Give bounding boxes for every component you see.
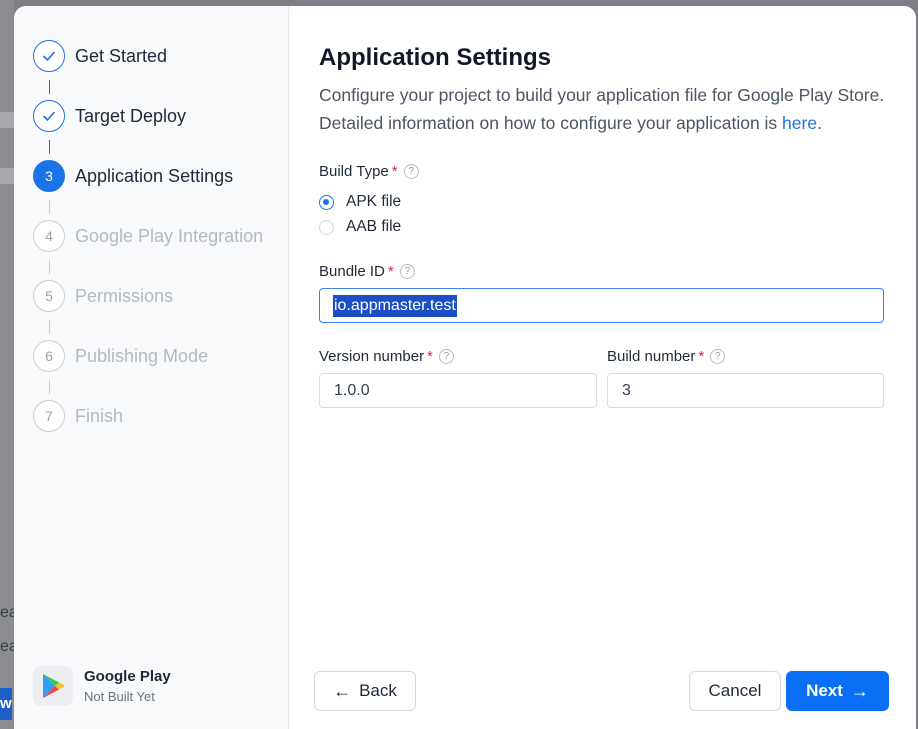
help-icon[interactable]: ? [438,349,454,364]
step-get-started[interactable]: Get Started [33,40,167,72]
field-label-text: Build number [607,348,696,365]
step-label: Finish [75,405,124,426]
radio-label: APK file [346,193,402,210]
cancel-button-label: Cancel [708,681,762,700]
bundle-id-input[interactable]: io.appmaster.test [319,288,884,323]
backdrop-band [0,112,14,128]
build-number-label: Build number * ? [607,348,726,365]
step-connector [49,140,50,154]
build-type-label: Build Type * ? [319,163,419,180]
step-number: 7 [33,400,65,432]
platform-card: Google Play Not Built Yet [33,666,171,706]
step-google-play-integration[interactable]: 4 Google Play Integration [33,220,263,252]
step-label: Permissions [75,285,174,306]
field-label-text: Build Type [319,163,389,180]
back-button-label: Back [359,681,397,700]
step-label: Target Deploy [75,105,187,126]
build-wizard-modal: Get Started Target Deploy 3 Application … [14,6,916,729]
next-button-label: Next [806,681,843,700]
step-label: Google Play Integration [75,225,264,246]
radio-label: AAB file [346,218,402,235]
page-title: Application Settings [319,44,552,71]
backdrop-button[interactable]: w [0,688,12,720]
step-number: 4 [33,220,65,252]
required-mark: * [698,348,705,365]
selected-text: io.appmaster.test [333,294,457,317]
field-label-text: Version number [319,348,425,365]
step-connector [49,320,50,334]
wizard-content: Application Settings Configure your proj… [289,6,916,729]
check-icon [33,100,65,132]
radio-checked-icon[interactable] [319,194,334,210]
page-description: Configure your project to build your app… [319,81,889,137]
back-button[interactable]: ← Back [314,671,416,711]
step-number: 5 [33,280,65,312]
wizard-sidebar: Get Started Target Deploy 3 Application … [14,6,289,729]
radio-apk[interactable]: APK file [319,193,401,211]
google-play-icon [33,666,73,706]
description-end: . [817,113,822,133]
version-number-label: Version number * ? [319,348,454,365]
step-connector [49,380,50,394]
build-number-input[interactable]: 3 [607,373,884,408]
step-application-settings[interactable]: 3 Application Settings [33,160,233,192]
backdrop-band [0,168,14,184]
bundle-id-label: Bundle ID * ? [319,263,415,280]
help-icon[interactable]: ? [399,264,415,279]
help-icon[interactable]: ? [710,349,726,364]
input-value: 3 [622,381,631,399]
step-number: 3 [33,160,65,192]
field-label-text: Bundle ID [319,263,385,280]
required-mark: * [427,348,433,365]
radio-aab[interactable]: AAB file [319,218,401,236]
check-icon [33,40,65,72]
step-connector [49,80,50,94]
input-value: 1.0.0 [334,381,370,399]
step-permissions[interactable]: 5 Permissions [33,280,173,312]
radio-unchecked-icon[interactable] [319,219,334,235]
help-link[interactable]: here [782,113,817,133]
arrow-right-icon: → [850,680,869,701]
step-label: Publishing Mode [75,345,209,366]
arrow-left-icon: ← [333,680,352,701]
next-button[interactable]: Next → [786,671,889,711]
step-number: 6 [33,340,65,372]
required-mark: * [391,163,398,180]
step-label: Get Started [75,45,168,66]
step-publishing-mode[interactable]: 6 Publishing Mode [33,340,208,372]
step-finish[interactable]: 7 Finish [33,400,123,432]
platform-status: Not Built Yet [84,689,155,704]
help-icon[interactable]: ? [403,164,419,179]
version-number-input[interactable]: 1.0.0 [319,373,597,408]
required-mark: * [387,263,394,280]
platform-name: Google Play [84,668,171,685]
step-connector [49,260,50,274]
step-connector [49,200,50,214]
step-target-deploy[interactable]: Target Deploy [33,100,186,132]
cancel-button[interactable]: Cancel [689,671,781,711]
step-label: Application Settings [75,165,234,186]
